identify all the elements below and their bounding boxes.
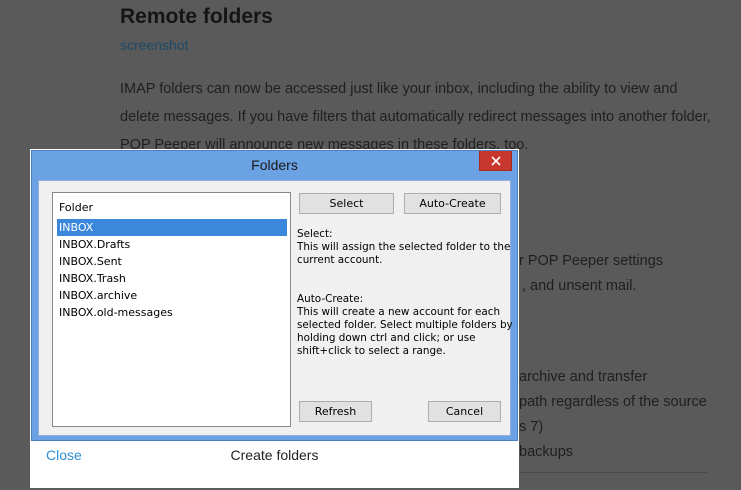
- dialog-close-button[interactable]: [479, 151, 512, 171]
- auto-create-help-line: holding down ctrl and click; or use: [297, 332, 476, 344]
- auto-create-help-line: selected folder. Select multiple folders…: [297, 319, 513, 331]
- lightbox-close-link[interactable]: Close: [46, 447, 82, 463]
- select-help-line: current account.: [297, 254, 383, 266]
- select-button[interactable]: Select: [299, 193, 394, 214]
- dialog-titlebar[interactable]: Folders: [32, 151, 517, 179]
- close-icon: [490, 155, 501, 166]
- select-help-heading: Select:: [297, 228, 333, 240]
- auto-create-help-line: This will create a new account for each: [297, 306, 501, 318]
- folder-item-old-messages[interactable]: INBOX.old-messages: [57, 304, 287, 321]
- folder-item-sent[interactable]: INBOX.Sent: [57, 253, 287, 270]
- auto-create-help-heading: Auto-Create:: [297, 293, 364, 305]
- folder-list[interactable]: Folder INBOX INBOX.Drafts INBOX.Sent INB…: [52, 192, 291, 427]
- folders-dialog: Folders Folder INBOX INBOX.Drafts INBOX.…: [31, 150, 518, 441]
- select-help-line: This will assign the selected folder to …: [297, 241, 511, 253]
- auto-create-button[interactable]: Auto-Create: [404, 193, 501, 214]
- folder-item-drafts[interactable]: INBOX.Drafts: [57, 236, 287, 253]
- lightbox-caption: Create folders: [230, 447, 319, 463]
- auto-create-help-text: Auto-Create: This will create a new acco…: [297, 293, 513, 358]
- folder-item-trash[interactable]: INBOX.Trash: [57, 270, 287, 287]
- folder-item-archive[interactable]: INBOX.archive: [57, 287, 287, 304]
- auto-create-help-line: shift+click to select a range.: [297, 345, 446, 357]
- dialog-client-area: Folder INBOX INBOX.Drafts INBOX.Sent INB…: [38, 180, 513, 436]
- folder-item-inbox[interactable]: INBOX: [57, 219, 287, 236]
- dialog-title: Folders: [251, 157, 298, 173]
- select-help-text: Select: This will assign the selected fo…: [297, 228, 511, 267]
- refresh-button[interactable]: Refresh: [299, 401, 372, 422]
- cancel-button[interactable]: Cancel: [428, 401, 501, 422]
- lightbox: Folders Folder INBOX INBOX.Drafts INBOX.…: [30, 149, 519, 488]
- folder-column-header: Folder: [59, 201, 93, 214]
